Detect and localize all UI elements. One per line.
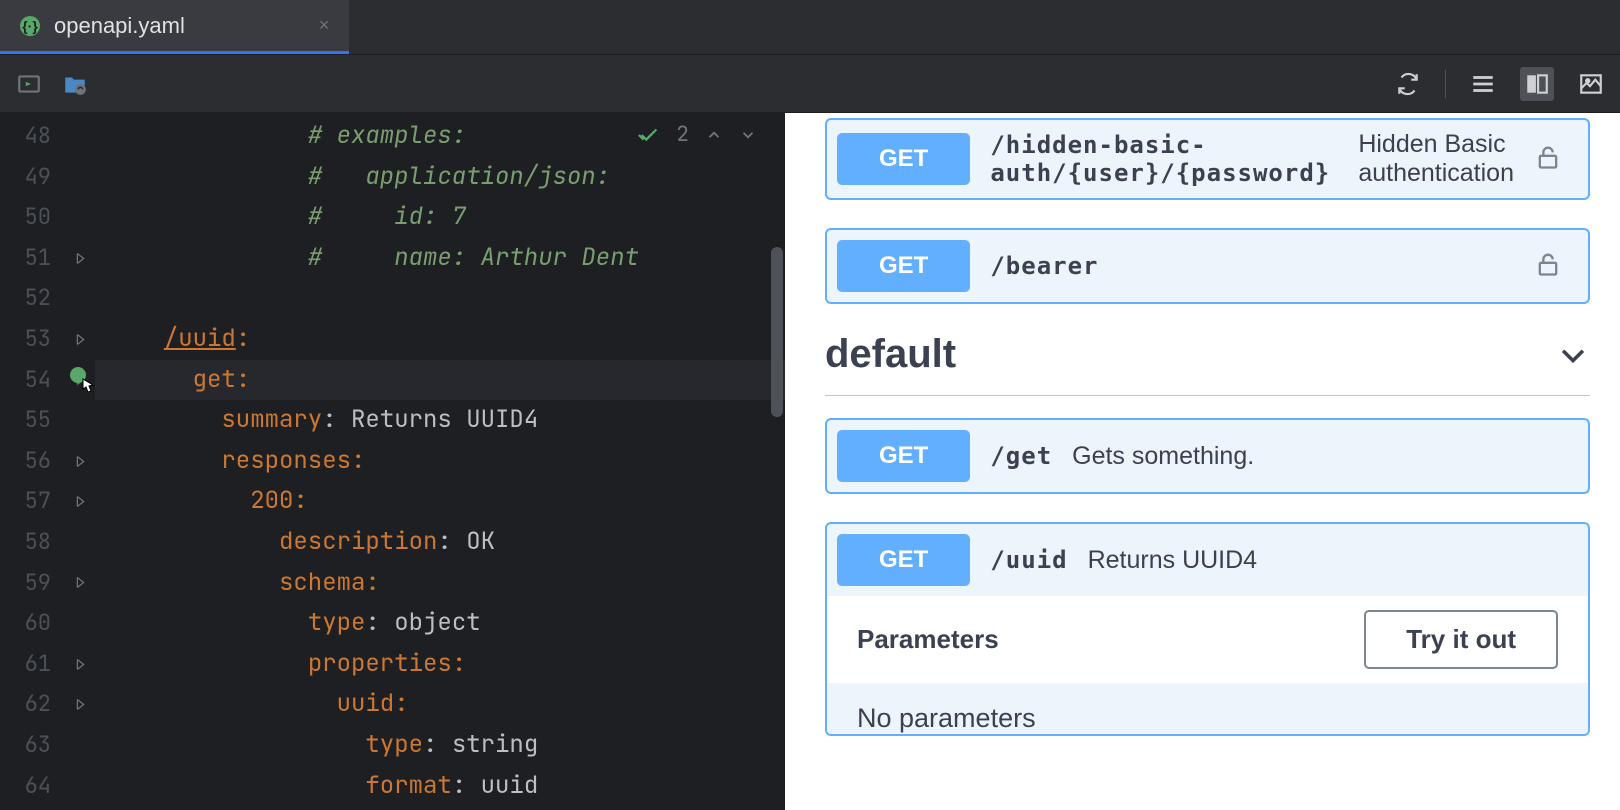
line-number: 59 (0, 563, 65, 604)
fold-marker (65, 197, 95, 238)
line-number: 62 (0, 684, 65, 725)
hamburger-menu-icon[interactable] (1470, 71, 1496, 97)
operation-block: GET /uuid Returns UUID4 Parameters Try i… (825, 522, 1590, 736)
no-parameters-text: No parameters (827, 683, 1588, 734)
operation-block: GET /bearer (825, 228, 1590, 304)
code-line[interactable]: 200: (95, 481, 785, 522)
code-line[interactable] (95, 278, 785, 319)
code-line[interactable]: # id: 7 (95, 197, 785, 238)
tab-filename: openapi.yaml (54, 13, 185, 39)
code-line[interactable]: uuid: (95, 684, 785, 725)
section-title: default (825, 332, 956, 377)
line-number: 61 (0, 644, 65, 685)
op-block[interactable]: GET /uuid Returns UUID4 (827, 524, 1588, 596)
line-number: 63 (0, 725, 65, 766)
editor-toolbar (0, 55, 1620, 113)
fold-marker (65, 522, 95, 563)
run-config-icon[interactable] (16, 71, 42, 97)
lock-icon[interactable] (1534, 143, 1578, 176)
code-line[interactable]: type: string (95, 725, 785, 766)
line-number: 64 (0, 766, 65, 807)
line-number: 49 (0, 157, 65, 198)
code-line[interactable]: get: (95, 360, 785, 401)
code-line[interactable]: # name: Arthur Dent (95, 238, 785, 279)
method-badge: GET (837, 430, 970, 482)
op-desc: Gets something. (1072, 442, 1578, 471)
openapi-file-icon: {·} (20, 16, 40, 36)
try-it-out-button[interactable]: Try it out (1364, 610, 1558, 669)
editor-pane: 4849505152535455565758596061626364 2 # e… (0, 113, 785, 810)
fold-marker (65, 116, 95, 157)
line-number: 53 (0, 319, 65, 360)
section-header-default[interactable]: default (825, 332, 1590, 396)
fold-marker[interactable] (65, 684, 95, 725)
code-line[interactable]: # application/json: (95, 157, 785, 198)
op-path: /bearer (990, 252, 1098, 280)
line-number: 48 (0, 116, 65, 157)
image-preview-icon[interactable] (1578, 71, 1604, 97)
fold-marker (65, 157, 95, 198)
method-badge: GET (837, 133, 970, 185)
code-content[interactable]: 2 # examples: # application/json: # id: … (95, 113, 785, 810)
workspace: 4849505152535455565758596061626364 2 # e… (0, 113, 1620, 810)
op-desc: Returns UUID4 (1088, 546, 1578, 575)
fold-marker[interactable] (65, 563, 95, 604)
line-number: 50 (0, 197, 65, 238)
line-number: 56 (0, 441, 65, 482)
fold-marker (65, 766, 95, 807)
chevron-down-icon (1556, 338, 1590, 372)
close-icon[interactable]: × (319, 15, 330, 36)
code-line[interactable]: /uuid: (95, 319, 785, 360)
fold-marker[interactable] (65, 644, 95, 685)
operation-block: GET /hidden-basic-auth/{user}/{password}… (825, 118, 1590, 200)
line-number: 51 (0, 238, 65, 279)
line-number: 57 (0, 481, 65, 522)
line-number: 58 (0, 522, 65, 563)
fold-marker (65, 603, 95, 644)
tab-bar: {·} openapi.yaml × (0, 0, 1620, 55)
op-desc: Hidden Basic authentication (1358, 130, 1514, 188)
code-line[interactable]: type: object (95, 603, 785, 644)
op-block[interactable]: GET /hidden-basic-auth/{user}/{password}… (827, 120, 1588, 198)
code-line[interactable]: properties: (95, 644, 785, 685)
mouse-cursor (75, 373, 99, 407)
fold-marker (65, 725, 95, 766)
code-line[interactable]: summary: Returns UUID4 (95, 400, 785, 441)
fold-marker[interactable] (65, 319, 95, 360)
op-path: /hidden-basic-auth/{user}/{password} (990, 131, 1338, 187)
parameters-section: Parameters Try it out (827, 596, 1588, 683)
code-line[interactable]: format: uuid (95, 766, 785, 807)
inspection-count: 2 (676, 121, 689, 148)
method-badge: GET (837, 240, 970, 292)
op-path: /get (990, 442, 1052, 470)
editor-tab-openapi[interactable]: {·} openapi.yaml × (0, 0, 349, 54)
parameters-title: Parameters (857, 624, 999, 655)
line-number: 60 (0, 603, 65, 644)
operation-block: GET /get Gets something. (825, 418, 1590, 494)
refresh-folder-icon[interactable] (62, 71, 88, 97)
op-block[interactable]: GET /bearer (827, 230, 1588, 302)
lock-icon[interactable] (1534, 250, 1578, 283)
method-badge: GET (837, 534, 970, 586)
split-view-icon[interactable] (1520, 67, 1554, 101)
swagger-preview-pane: GET /hidden-basic-auth/{user}/{password}… (785, 113, 1620, 810)
fold-marker[interactable] (65, 481, 95, 522)
fold-marker[interactable] (65, 238, 95, 279)
line-number: 54 (0, 360, 65, 401)
fold-marker[interactable] (65, 441, 95, 482)
sync-icon[interactable] (1395, 71, 1421, 97)
line-number: 55 (0, 400, 65, 441)
line-number: 52 (0, 278, 65, 319)
op-block[interactable]: GET /get Gets something. (827, 420, 1588, 492)
editor-scrollbar-thumb[interactable] (771, 247, 783, 417)
code-line[interactable]: schema: (95, 563, 785, 604)
toolbar-divider (1445, 70, 1446, 98)
code-line[interactable]: responses: (95, 441, 785, 482)
fold-gutter (65, 113, 95, 810)
line-number-gutter: 4849505152535455565758596061626364 (0, 113, 65, 810)
op-path: /uuid (990, 546, 1067, 574)
inspection-widget[interactable]: 2 (638, 121, 757, 148)
code-line[interactable]: description: OK (95, 522, 785, 563)
fold-marker (65, 278, 95, 319)
